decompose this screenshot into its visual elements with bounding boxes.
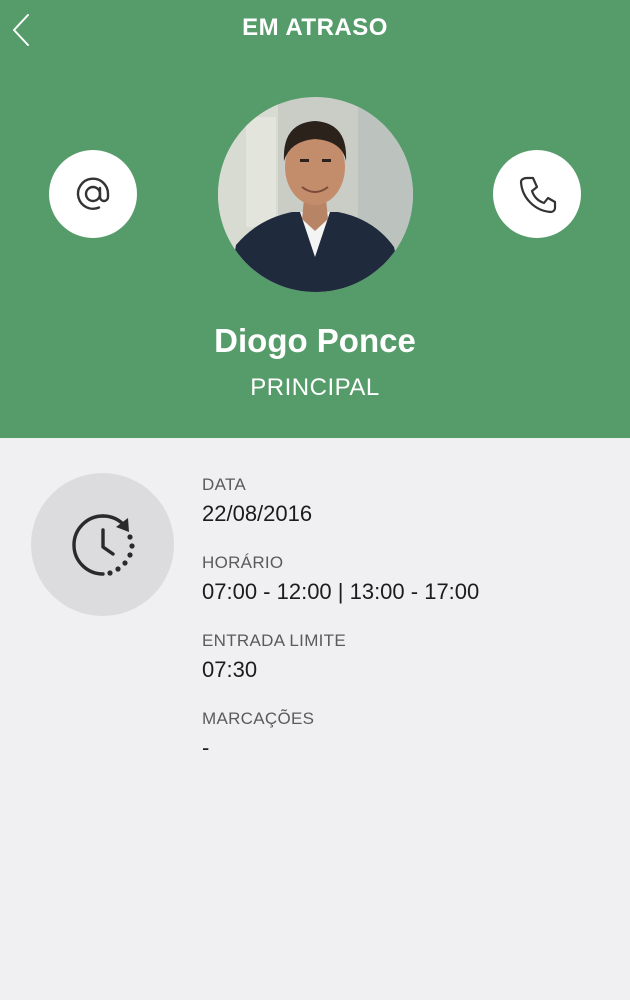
phone-button[interactable] <box>493 150 581 238</box>
detail-marcacoes: MARCAÇÕES - <box>202 708 479 786</box>
profile-role: PRINCIPAL <box>250 374 380 401</box>
detail-label: ENTRADA LIMITE <box>202 631 347 650</box>
detail-value: 07:30 <box>202 657 258 682</box>
phone-icon <box>519 176 557 214</box>
detail-data: DATA 22/08/2016 <box>202 474 479 552</box>
detail-value: 07:00 - 12:00 | 13:00 - 17:00 <box>202 579 480 604</box>
avatar <box>218 97 413 292</box>
detail-label: HORÁRIO <box>202 553 284 572</box>
profile-name: Diogo Ponce <box>214 322 416 359</box>
clock-badge <box>31 473 174 616</box>
clock-history-icon <box>71 513 135 576</box>
detail-value: 22/08/2016 <box>202 501 313 526</box>
email-button[interactable] <box>49 150 137 238</box>
detail-label: MARCAÇÕES <box>202 709 315 728</box>
detail-entrada-limite: ENTRADA LIMITE 07:30 <box>202 630 479 708</box>
header: EM ATRASO Diogo Ponce PRINCIPAL <box>0 0 630 438</box>
detail-label: DATA <box>202 475 247 494</box>
detail-value: - <box>202 735 210 760</box>
details-list: DATA 22/08/2016 HORÁRIO 07:00 - 12:00 | … <box>202 474 479 786</box>
at-sign-icon <box>76 177 110 210</box>
page-title: EM ATRASO <box>242 14 388 41</box>
detail-horario: HORÁRIO 07:00 - 12:00 | 13:00 - 17:00 <box>202 552 479 630</box>
